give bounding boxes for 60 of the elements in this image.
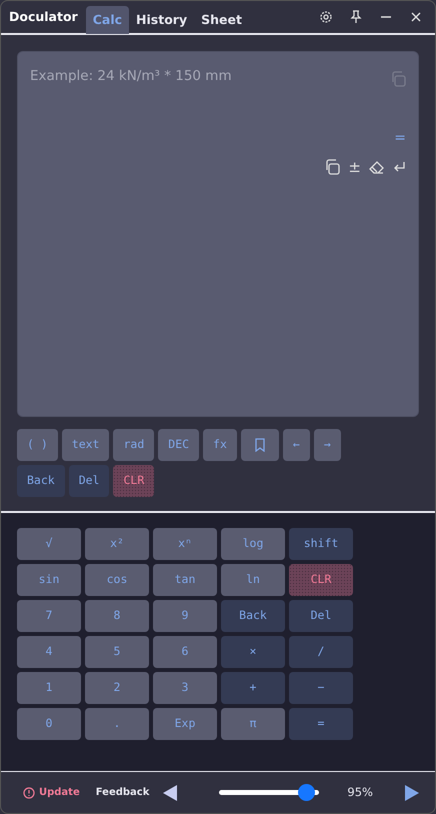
key-button[interactable]: Exp bbox=[153, 708, 217, 740]
key-button[interactable]: log bbox=[221, 528, 285, 560]
copy-icon[interactable] bbox=[325, 158, 340, 175]
key-button[interactable]: Del bbox=[289, 600, 353, 632]
bookmark-icon[interactable] bbox=[254, 438, 265, 452]
key-button[interactable]: fx bbox=[203, 429, 237, 461]
key-button[interactable]: ( ) bbox=[17, 429, 58, 461]
app-title: Doculator bbox=[9, 8, 78, 26]
key-button[interactable]: sin bbox=[17, 564, 81, 596]
key-button[interactable]: 3 bbox=[153, 672, 217, 704]
tab[interactable]: History bbox=[129, 6, 194, 34]
key-button[interactable]: 8 bbox=[85, 600, 149, 632]
key-button[interactable]: rad bbox=[113, 429, 154, 461]
key-button[interactable]: √ bbox=[17, 528, 81, 560]
key-button[interactable]: π bbox=[221, 708, 285, 740]
key-button[interactable]: → bbox=[314, 429, 341, 461]
key-button[interactable]: tan bbox=[153, 564, 217, 596]
tab[interactable]: Calc bbox=[86, 6, 130, 34]
result-text: = bbox=[394, 128, 406, 148]
tab[interactable]: Sheet bbox=[194, 6, 249, 34]
key-button[interactable]: Back bbox=[17, 465, 65, 497]
key-button[interactable]: cos bbox=[85, 564, 149, 596]
key-button[interactable]: shift bbox=[289, 528, 353, 560]
key-button[interactable]: 2 bbox=[85, 672, 149, 704]
feedback-button[interactable]: Feedback bbox=[96, 785, 150, 800]
key-button[interactable]: DEC bbox=[158, 429, 200, 461]
key-button[interactable]: − bbox=[289, 672, 353, 704]
settings-icon[interactable] bbox=[319, 10, 333, 24]
key-button[interactable]: ← bbox=[282, 429, 310, 461]
pin-icon[interactable] bbox=[349, 10, 363, 24]
key-button[interactable]: ln bbox=[221, 564, 285, 596]
key-button[interactable]: 9 bbox=[153, 600, 217, 632]
key-button[interactable]: / bbox=[289, 636, 353, 668]
zoom-reading: 95% bbox=[347, 784, 373, 801]
next-icon[interactable] bbox=[405, 784, 419, 800]
sign-toggle-button[interactable]: ± bbox=[348, 158, 361, 176]
key-button[interactable]: xⁿ bbox=[153, 528, 217, 560]
key-button[interactable]: × bbox=[221, 636, 285, 668]
key-button[interactable]: . bbox=[85, 708, 149, 740]
key-button[interactable]: Back bbox=[221, 600, 285, 632]
close-icon[interactable] bbox=[409, 10, 423, 24]
key-button[interactable]: 4 bbox=[17, 636, 81, 668]
key-button[interactable]: 1 bbox=[17, 672, 81, 704]
update-button[interactable]: Update bbox=[23, 785, 80, 800]
key-button[interactable]: 0 bbox=[17, 708, 81, 740]
key-button[interactable]: 6 bbox=[153, 636, 217, 668]
key-button[interactable]: 5 bbox=[85, 636, 149, 668]
key-button[interactable]: x² bbox=[85, 528, 149, 560]
expression-field[interactable]: Example: 24 kN/m³ * 150 mm bbox=[30, 62, 350, 90]
slider-thumb[interactable] bbox=[298, 784, 316, 801]
key-button[interactable]: CLR bbox=[289, 564, 353, 596]
key-button[interactable]: + bbox=[221, 672, 285, 704]
key-button[interactable]: CLR bbox=[113, 465, 154, 497]
key-button[interactable]: text bbox=[62, 429, 110, 461]
key-button[interactable]: 7 bbox=[17, 600, 81, 632]
key-button[interactable]: = bbox=[289, 708, 353, 740]
previous-icon[interactable] bbox=[163, 784, 178, 800]
alert-icon bbox=[23, 786, 35, 798]
key-button[interactable]: Del bbox=[68, 465, 110, 497]
eraser-icon[interactable] bbox=[369, 160, 384, 174]
